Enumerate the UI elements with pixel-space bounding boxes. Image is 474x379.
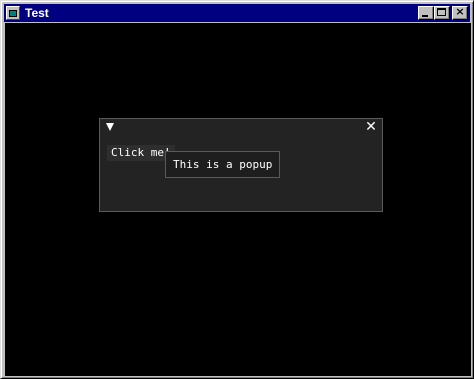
app-window-icon[interactable] bbox=[6, 6, 20, 20]
popup-text: This is a popup bbox=[173, 158, 273, 171]
maximize-icon bbox=[437, 8, 446, 16]
close-icon: × bbox=[455, 5, 465, 18]
close-button[interactable]: × bbox=[452, 5, 468, 20]
window-title: Test bbox=[25, 6, 49, 20]
imgui-close-icon[interactable]: ✕ bbox=[364, 119, 378, 135]
app-window: Test × ✕ Click me! This is a popup bbox=[0, 0, 474, 379]
popup: This is a popup bbox=[165, 151, 281, 178]
title-bar[interactable]: Test × bbox=[4, 4, 470, 22]
imgui-title-bar[interactable]: ✕ bbox=[100, 119, 382, 136]
window-controls: × bbox=[418, 5, 468, 20]
minimize-button[interactable] bbox=[418, 6, 434, 20]
maximize-button[interactable] bbox=[434, 6, 450, 20]
client-area: ✕ Click me! This is a popup bbox=[5, 23, 471, 376]
minimize-icon bbox=[422, 15, 428, 17]
collapse-triangle-icon[interactable] bbox=[106, 123, 114, 131]
